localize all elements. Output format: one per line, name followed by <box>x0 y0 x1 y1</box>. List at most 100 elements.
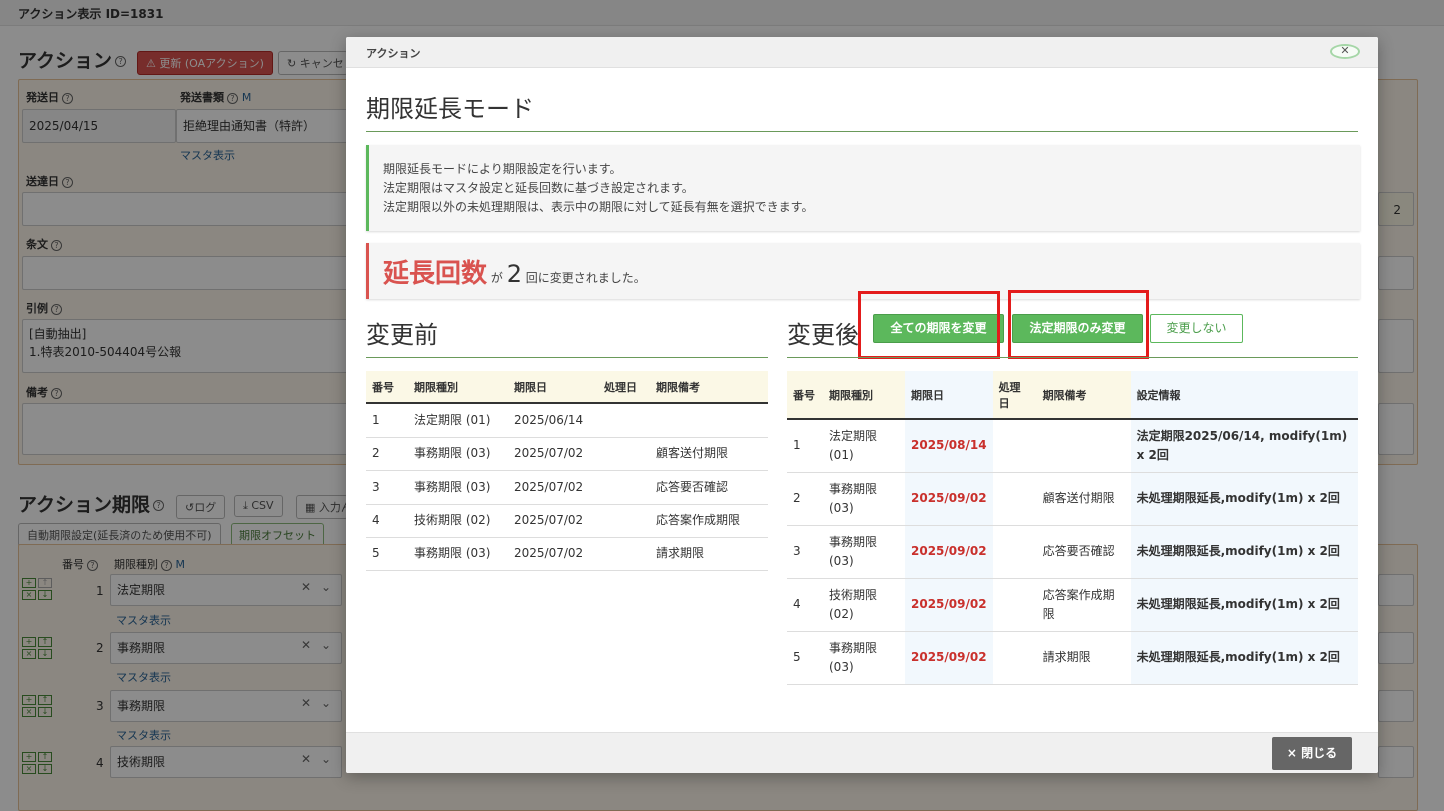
cell-type: 事務期限 (03) <box>823 472 905 526</box>
col-type: 期限種別 <box>408 371 508 404</box>
before-title: 変更前 <box>366 321 438 349</box>
cell-type: 事務期限 (03) <box>823 631 905 685</box>
info-line: 期限延長モードにより期限設定を行います。 <box>383 162 622 176</box>
alert-suffix: 回に変更されました。 <box>525 271 646 285</box>
modal-footer: × 閉じる <box>346 732 1378 773</box>
col-type: 期限種別 <box>823 371 905 420</box>
close-icon[interactable]: ✕ <box>1330 44 1360 59</box>
cell-remark: 応答要否確認 <box>650 470 768 505</box>
table-row: 1 法定期限 (01) 2025/06/14 <box>366 403 768 438</box>
modal-title: 期限延長モード <box>366 95 534 123</box>
highlight-box <box>858 291 1000 359</box>
cell-date: 2025/09/02 <box>905 525 993 579</box>
table-row: 5 事務期限 (03) 2025/09/02 請求期限 未処理期限延長,modi… <box>787 631 1358 685</box>
info-line: 法定期限はマスタ設定と延長回数に基づき設定されます。 <box>383 181 694 195</box>
cell-num: 4 <box>787 578 823 632</box>
cell-remark: 応答案作成期限 <box>1036 578 1131 632</box>
table-header-row: 番号 期限種別 期限日 処理日 期限備考 <box>366 371 768 404</box>
before-table: 番号 期限種別 期限日 処理日 期限備考 1 法定期限 (01) 2025/06… <box>366 371 768 571</box>
title-divider <box>366 131 1358 132</box>
cell-num: 1 <box>787 419 823 473</box>
cell-setting: 法定期限2025/06/14, modify(1m) x 2回 <box>1130 419 1358 473</box>
table-row: 3 事務期限 (03) 2025/07/02 応答要否確認 <box>366 470 768 505</box>
cell-setting: 未処理期限延長,modify(1m) x 2回 <box>1130 578 1358 632</box>
before-divider <box>366 357 768 358</box>
cell-date: 2025/08/14 <box>905 419 993 473</box>
table-row: 2 事務期限 (03) 2025/09/02 顧客送付期限 未処理期限延長,mo… <box>787 472 1358 526</box>
table-row: 2 事務期限 (03) 2025/07/02 顧客送付期限 <box>366 437 768 471</box>
cell-setting: 未処理期限延長,modify(1m) x 2回 <box>1130 472 1358 526</box>
col-num: 番号 <box>366 371 408 404</box>
no-change-button[interactable]: 変更しない <box>1150 314 1243 343</box>
extension-count-value: 2 <box>506 260 522 288</box>
col-num: 番号 <box>787 371 823 420</box>
col-date: 期限日 <box>508 371 598 404</box>
table-row: 5 事務期限 (03) 2025/07/02 請求期限 <box>366 537 768 571</box>
col-processed: 処理日 <box>992 371 1037 420</box>
cell-remark: 請求期限 <box>1036 631 1131 685</box>
cell-date: 2025/07/02 <box>508 504 598 538</box>
extension-count-label: 延長回数 <box>383 259 488 289</box>
cell-processed <box>992 578 1037 632</box>
col-date: 期限日 <box>905 371 993 420</box>
modal-header-title: アクション <box>366 47 421 60</box>
cell-processed <box>598 537 650 571</box>
cell-date: 2025/07/02 <box>508 470 598 505</box>
col-setting: 設定情報 <box>1130 371 1358 420</box>
cell-remark <box>650 403 768 438</box>
cell-date: 2025/06/14 <box>508 403 598 438</box>
after-table: 番号 期限種別 期限日 処理日 期限備考 設定情報 1 法定期限 (01) 20… <box>787 371 1358 685</box>
after-divider <box>787 357 1358 358</box>
cell-processed <box>992 525 1037 579</box>
cell-processed <box>992 631 1037 685</box>
highlight-box <box>1008 290 1149 359</box>
close-button[interactable]: × 閉じる <box>1272 737 1352 770</box>
cell-type: 技術期限 (02) <box>408 504 508 538</box>
cell-processed <box>598 470 650 505</box>
cell-processed <box>598 403 650 438</box>
cell-type: 技術期限 (02) <box>823 578 905 632</box>
cell-date: 2025/09/02 <box>905 472 993 526</box>
after-title: 変更後 <box>787 321 859 349</box>
col-processed: 処理日 <box>598 371 650 404</box>
cell-date: 2025/07/02 <box>508 437 598 471</box>
cell-type: 事務期限 (03) <box>408 537 508 571</box>
modal-header: アクション ✕ <box>346 37 1378 68</box>
cell-remark: 顧客送付期限 <box>1036 472 1131 526</box>
cell-type: 法定期限 (01) <box>408 403 508 438</box>
cell-processed <box>992 419 1037 473</box>
cell-date: 2025/09/02 <box>905 631 993 685</box>
cell-remark <box>1036 419 1131 473</box>
col-remark: 期限備考 <box>650 371 768 404</box>
table-header-row: 番号 期限種別 期限日 処理日 期限備考 設定情報 <box>787 371 1358 420</box>
table-row: 3 事務期限 (03) 2025/09/02 応答要否確認 未処理期限延長,mo… <box>787 525 1358 579</box>
cell-num: 2 <box>787 472 823 526</box>
cell-date: 2025/07/02 <box>508 537 598 571</box>
deadline-extension-modal: アクション ✕ 期限延長モード 期限延長モードにより期限設定を行います。 法定期… <box>346 37 1378 773</box>
alert-ga: が <box>490 271 503 285</box>
cell-type: 法定期限 (01) <box>823 419 905 473</box>
info-callout: 期限延長モードにより期限設定を行います。 法定期限はマスタ設定と延長回数に基づき… <box>366 145 1360 231</box>
cell-type: 事務期限 (03) <box>408 437 508 471</box>
info-line: 法定期限以外の未処理期限は、表示中の期限に対して延長有無を選択できます。 <box>383 200 814 214</box>
cell-num: 3 <box>366 470 408 505</box>
cell-num: 5 <box>366 537 408 571</box>
cell-remark: 顧客送付期限 <box>650 437 768 471</box>
cell-remark: 請求期限 <box>650 537 768 571</box>
cell-remark: 応答要否確認 <box>1036 525 1131 579</box>
table-row: 4 技術期限 (02) 2025/07/02 応答案作成期限 <box>366 504 768 538</box>
col-remark: 期限備考 <box>1036 371 1131 420</box>
cell-num: 3 <box>787 525 823 579</box>
cell-setting: 未処理期限延長,modify(1m) x 2回 <box>1130 631 1358 685</box>
cell-type: 事務期限 (03) <box>408 470 508 505</box>
table-row: 1 法定期限 (01) 2025/08/14 法定期限2025/06/14, m… <box>787 419 1358 473</box>
cell-date: 2025/09/02 <box>905 578 993 632</box>
cell-setting: 未処理期限延長,modify(1m) x 2回 <box>1130 525 1358 579</box>
cell-remark: 応答案作成期限 <box>650 504 768 538</box>
cell-processed <box>598 504 650 538</box>
cell-num: 1 <box>366 403 408 438</box>
cell-processed <box>598 437 650 471</box>
cell-type: 事務期限 (03) <box>823 525 905 579</box>
cell-num: 5 <box>787 631 823 685</box>
cell-num: 2 <box>366 437 408 471</box>
